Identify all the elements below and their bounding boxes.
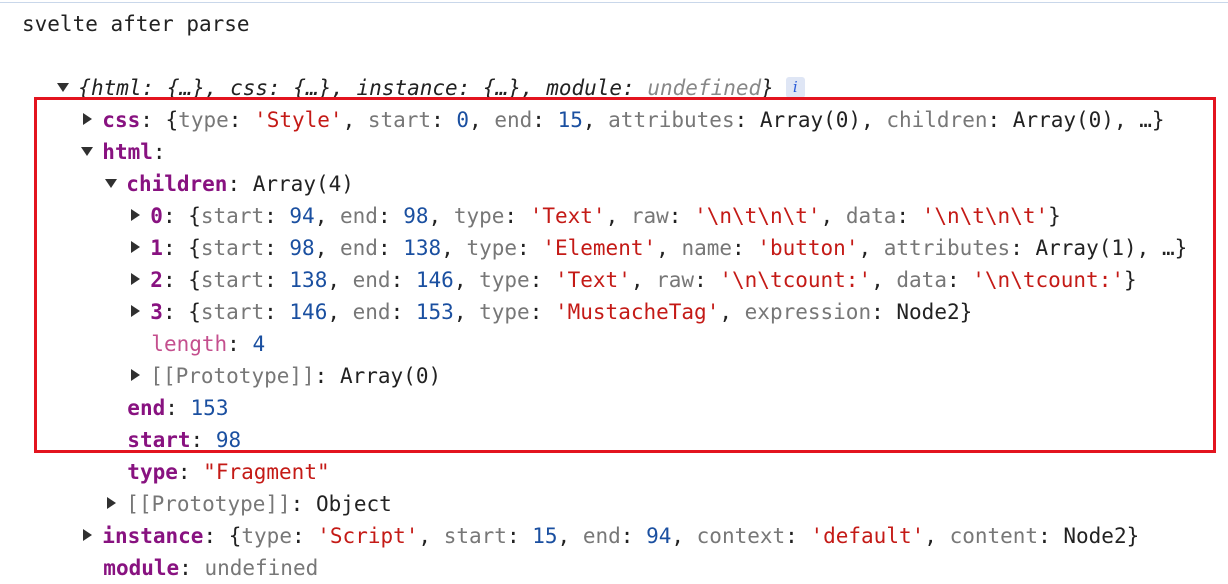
item-end-key: end <box>352 300 391 324</box>
item-tail: , …} <box>1136 236 1188 260</box>
instance-start-val: 15 <box>532 524 558 548</box>
console-top-divider <box>0 2 1228 3</box>
item-start-val: 146 <box>289 300 328 324</box>
array-prototype-row[interactable]: [[Prototype]]: Array(0) <box>104 328 441 388</box>
item-end-val: 153 <box>415 300 454 324</box>
item-type-key: type <box>479 300 530 324</box>
instance-start-key: start <box>443 524 507 548</box>
instance-end-val: 94 <box>646 524 672 548</box>
item-tail: } <box>959 300 973 324</box>
children-item-0[interactable]: 0: {start: 94, end: 98, type: 'Text', ra… <box>104 168 1061 228</box>
html-property-row[interactable]: html: <box>56 104 166 164</box>
module-row: module: undefined <box>103 556 319 580</box>
instance-end-key: end <box>582 524 621 548</box>
item-type-val: 'MustacheTag' <box>554 300 720 324</box>
item-tail: } <box>1123 268 1137 292</box>
instance-content-val: Node2 <box>1063 524 1127 548</box>
end-row: end: 153 <box>127 396 229 420</box>
item-expression-key: expression <box>744 300 872 324</box>
object-prototype-row[interactable]: [[Prototype]]: Object <box>80 456 392 516</box>
module-key: module <box>103 556 180 580</box>
children-item-3[interactable]: 3: {start: 146, end: 153, type: 'Mustach… <box>104 264 972 324</box>
module-val: undefined <box>204 556 319 580</box>
item-data-val: '\n\tcount:' <box>972 268 1124 292</box>
start-row: start: 98 <box>127 428 242 452</box>
length-row: length: 4 <box>151 332 266 356</box>
children-item-2[interactable]: 2: {start: 138, end: 146, type: 'Text', … <box>104 232 1137 292</box>
item-expression-val: Node2 <box>896 300 960 324</box>
children-item-1[interactable]: 1: {start: 98, end: 138, type: 'Element'… <box>104 200 1187 260</box>
instance-content-key: content <box>949 524 1039 548</box>
instance-type-val: 'Script' <box>317 524 419 548</box>
type-row: type: "Fragment" <box>127 460 330 484</box>
instance-context-key: context <box>696 524 786 548</box>
children-property-row[interactable]: children: Array(4) <box>80 136 354 196</box>
instance-context-val: 'default' <box>810 524 925 548</box>
prototype-val: Array(0) <box>339 364 442 388</box>
object-summary-row[interactable]: {html: {…}, css: {…}, instance: {…}, mod… <box>32 40 805 100</box>
console-log-title: svelte after parse <box>22 12 250 36</box>
instance-property-row[interactable]: instance: {type: 'Script', start: 15, en… <box>56 488 1139 548</box>
